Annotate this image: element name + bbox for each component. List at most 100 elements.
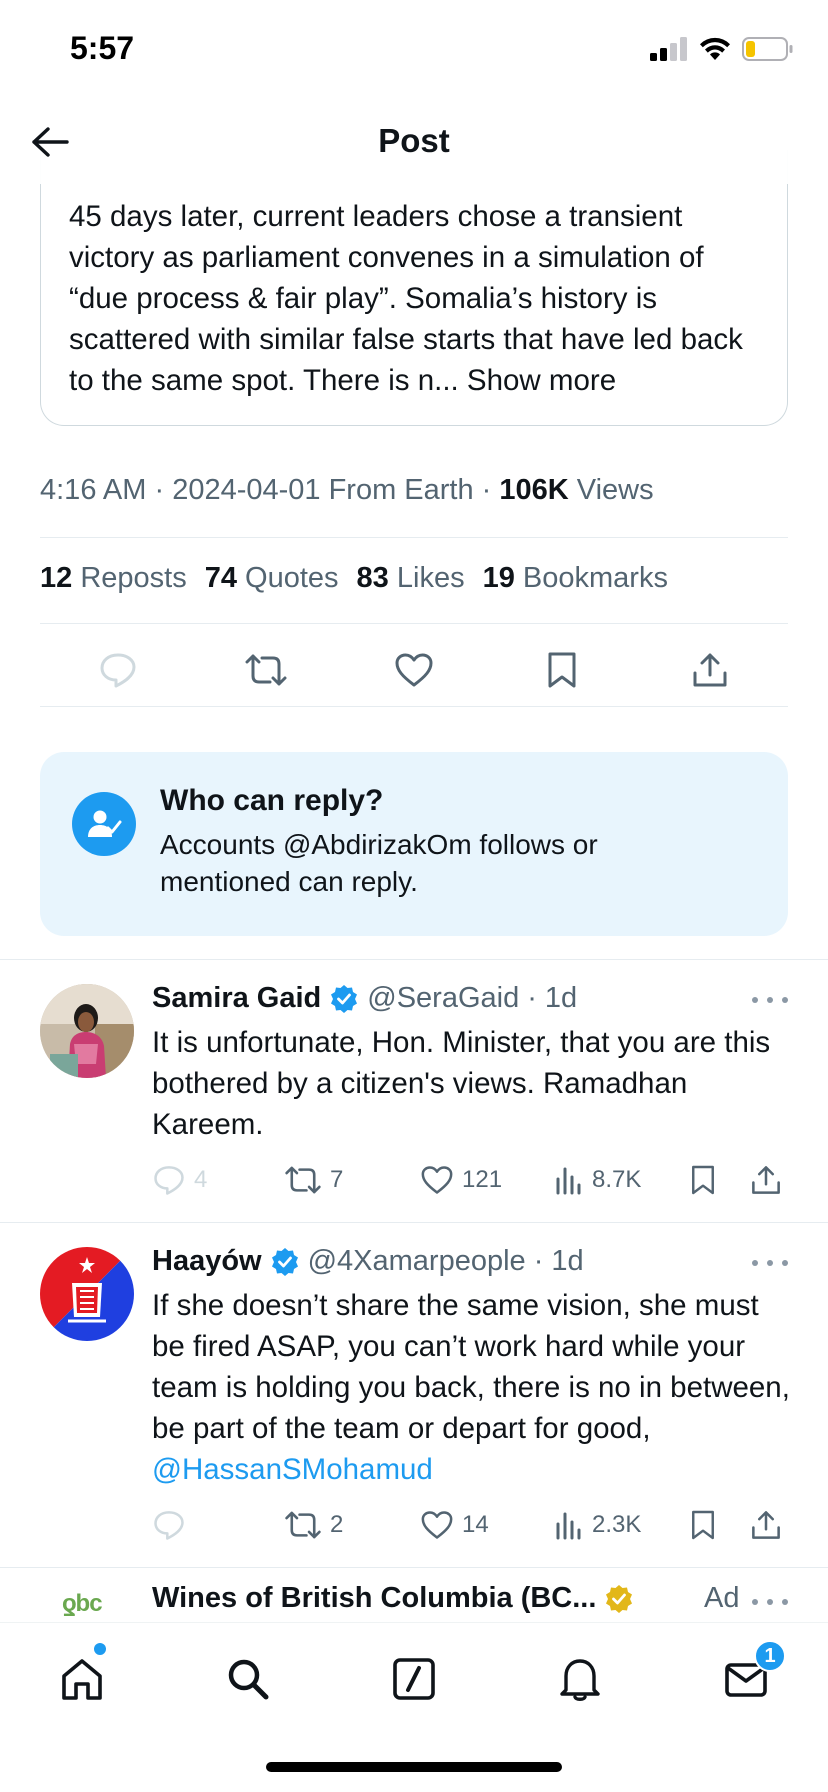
nav-compose[interactable] — [386, 1651, 442, 1707]
reply-button[interactable] — [96, 648, 140, 692]
engagement-stats: 12 Reposts 74 Quotes 83 Likes 19 Bookmar… — [40, 562, 668, 595]
reposts-stat[interactable]: 12 Reposts — [40, 562, 187, 595]
nav-search[interactable] — [220, 1651, 276, 1707]
reply-actions: 4 7 121 8.7K — [152, 1158, 792, 1202]
bookmark-icon — [692, 1510, 714, 1540]
reply-views-button[interactable]: 8.7K — [554, 1158, 641, 1202]
bottom-navigation — [0, 1622, 828, 1746]
messages-badge: 1 — [754, 1640, 786, 1672]
repost-count: 7 — [330, 1166, 344, 1193]
post-action-bar — [40, 640, 788, 700]
battery-icon — [742, 37, 793, 61]
reply-time: · 1d — [533, 1245, 584, 1277]
like-button[interactable] — [392, 648, 436, 692]
status-icons — [650, 36, 794, 62]
avatar[interactable] — [40, 1247, 134, 1341]
reply-bookmark-button[interactable] — [690, 1158, 716, 1202]
more-options-button[interactable] — [752, 1253, 788, 1273]
bookmarks-stat[interactable]: 19 Bookmarks — [483, 562, 668, 595]
divider — [40, 706, 788, 707]
comment-icon — [154, 1511, 184, 1540]
reply-header: Samira Gaid @SeraGaid · 1d — [152, 982, 577, 1015]
mention-link[interactable]: @HassanSMohamud — [152, 1453, 433, 1486]
status-time: 5:57 — [70, 30, 135, 66]
quoted-post-card[interactable]: 45 days later, current leaders chose a t… — [40, 150, 788, 426]
reply-share-button[interactable] — [750, 1158, 782, 1202]
signal-icon — [650, 37, 687, 61]
reply-share-button[interactable] — [750, 1503, 782, 1547]
repost-count: 2 — [330, 1511, 344, 1538]
reply-settings-title: Who can reply? — [160, 784, 384, 817]
author-handle[interactable]: @4Xamarpeople — [308, 1245, 526, 1278]
show-more-link[interactable]: Show more — [467, 364, 616, 397]
nav-notifications[interactable] — [552, 1651, 608, 1707]
divider — [40, 537, 788, 538]
likes-stat[interactable]: 83 Likes — [357, 562, 465, 595]
reply-views-button[interactable]: 2.3K — [554, 1503, 641, 1547]
views-chart-icon — [556, 1512, 581, 1540]
advertiser-name[interactable]: Wines of British Columbia (BC... — [152, 1582, 596, 1615]
repost-icon — [245, 654, 287, 686]
share-button[interactable] — [688, 648, 732, 692]
author-handle[interactable]: @SeraGaid — [367, 982, 519, 1015]
bell-icon — [560, 1659, 600, 1701]
ad-header: Wines of British Columbia (BC... — [152, 1582, 634, 1615]
reply-header: Haayów @4Xamarpeople · 1d — [152, 1245, 584, 1278]
repost-icon — [285, 1511, 321, 1539]
nav-home[interactable] — [54, 1651, 110, 1707]
reply-bookmark-button[interactable] — [690, 1503, 716, 1547]
author-name[interactable]: Samira Gaid — [152, 982, 321, 1015]
bookmark-icon — [548, 652, 576, 688]
views-count: 2.3K — [592, 1511, 642, 1538]
home-indicator[interactable] — [266, 1762, 562, 1772]
reply-text: It is unfortunate, Hon. Minister, that y… — [152, 1026, 771, 1141]
verified-badge-icon — [331, 984, 358, 1013]
ad-label: Ad — [704, 1582, 740, 1614]
reply-comment-button[interactable] — [152, 1503, 194, 1547]
quoted-post-text: 45 days later, current leaders chose a t… — [69, 196, 769, 401]
repost-button[interactable] — [244, 648, 288, 692]
quotes-stat[interactable]: 74 Quotes — [205, 562, 339, 595]
comment-icon — [154, 1166, 184, 1195]
post-time: 4:16 AM — [40, 474, 147, 506]
quoted-post-body: 45 days later, current leaders chose a t… — [69, 200, 743, 397]
more-options-button[interactable] — [752, 1592, 788, 1612]
views-count: 106K — [499, 474, 569, 506]
post-meta: 4:16 AM · 2024-04-01 From Earth · 106K V… — [40, 474, 654, 506]
reply-like-button[interactable]: 121 — [420, 1158, 502, 1202]
comment-icon — [100, 653, 136, 688]
search-icon — [228, 1659, 269, 1700]
reply-tweet[interactable]: Samira Gaid @SeraGaid · 1d It is unfortu… — [0, 960, 828, 1222]
share-icon — [752, 1166, 780, 1194]
comment-count: 4 — [194, 1166, 208, 1193]
reply-tweet[interactable]: Haayów @4Xamarpeople · 1d If she doesn’t… — [0, 1223, 828, 1567]
heart-icon — [421, 1511, 453, 1539]
bookmark-button[interactable] — [540, 648, 584, 692]
reply-repost-button[interactable]: 2 — [284, 1503, 343, 1547]
reply-like-button[interactable]: 14 — [420, 1503, 489, 1547]
reply-repost-button[interactable]: 7 — [284, 1158, 343, 1202]
page-title: Post — [378, 122, 450, 159]
reply-settings-description: Accounts @AbdirizakOm follows or mention… — [160, 829, 598, 897]
more-options-button[interactable] — [752, 990, 788, 1010]
divider — [40, 623, 788, 624]
like-count: 14 — [462, 1511, 489, 1538]
gold-verified-badge-icon — [606, 1584, 633, 1613]
compose-icon — [393, 1658, 435, 1700]
reply-time: · 1d — [527, 982, 578, 1014]
status-bar: 5:57 — [0, 0, 828, 100]
repost-icon — [285, 1166, 321, 1194]
advertiser-logo[interactable]: ƍbc — [62, 1590, 103, 1618]
post-source: From Earth — [328, 474, 474, 506]
post-date: 2024-04-01 — [172, 474, 321, 506]
ad-tweet[interactable]: ƍbc Wines of British Columbia (BC... Ad — [0, 1568, 828, 1622]
who-can-reply-box: Who can reply? Accounts @AbdirizakOm fol… — [40, 752, 788, 936]
home-icon — [62, 1659, 102, 1700]
heart-icon — [395, 653, 433, 687]
author-name[interactable]: Haayów — [152, 1245, 262, 1278]
views-count: 8.7K — [592, 1166, 642, 1193]
reply-text-body: If she doesn’t share the same vision, sh… — [152, 1289, 790, 1445]
avatar[interactable] — [40, 984, 134, 1078]
reply-comment-button[interactable]: 4 — [152, 1158, 207, 1202]
mentioned-users-icon — [72, 792, 136, 856]
